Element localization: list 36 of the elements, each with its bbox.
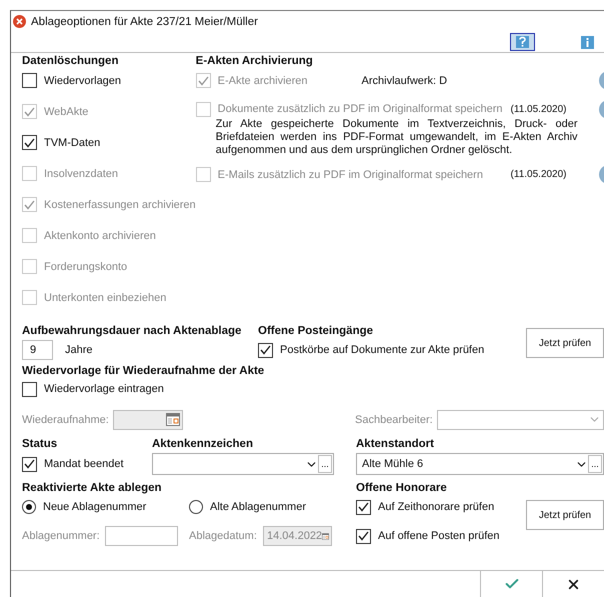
browse-button[interactable]: ... [318, 455, 332, 473]
checkbox[interactable]: TVM-Daten [22, 135, 100, 150]
section-heading: Aktenstandort [356, 437, 435, 452]
section-heading: E-Akten Archivierung [196, 54, 314, 69]
section-heading: Status [22, 437, 58, 452]
checkbox[interactable]: Mandat beendet [22, 456, 124, 472]
description-text: Zur Akte gespeicherte Dokumente im Textverzeichnis, Druck- oder Briefdateien werden ins PDF-Format umgewandelt, im E-Akten Archiv aufgenommen und aus dem ursprünglichen Ordner gelöscht. [216, 118, 578, 157]
check-now-button[interactable]: Jetzt prüfen [526, 328, 604, 358]
section-heading: Offene Posteingänge [258, 324, 374, 339]
checkbox[interactable]: Postkörbe auf Dokumente zur Akte prüfen [258, 342, 484, 358]
section-heading: Wiedervorlage für Wiederaufnahme der Akte [22, 364, 266, 379]
date-label: (11.05.2020) [510, 104, 567, 114]
browse-button[interactable]: ... [588, 455, 602, 473]
window-title: Ablageoptionen für Akte 237/21 Meier/Müller [31, 16, 258, 28]
section-heading: Aufbewahrungsdauer nach Aktenablage [22, 324, 242, 339]
section-heading: Datenlöschungen [22, 54, 120, 69]
checkbox[interactable]: Wiedervorlage eintragen [22, 382, 164, 396]
location-combobox[interactable]: Alte Mühle 6 ... [356, 453, 604, 475]
section-heading: Aktenkennzeichen [152, 437, 254, 452]
field-label: Sachbearbeiter: [355, 414, 434, 426]
file-reference-combobox[interactable]: ... [152, 453, 334, 475]
section-heading: Offene Honorare [356, 481, 448, 496]
date-label: (11.05.2020) [510, 169, 567, 180]
drive-label: Archivlaufwerk: D [362, 74, 448, 86]
checkbox[interactable]: Auf offene Posten prüfen [356, 528, 500, 544]
field-label: Ablagenummer: [22, 530, 101, 542]
checkbox[interactable]: Wiedervorlagen [22, 73, 122, 88]
years-field[interactable]: 9 [22, 340, 53, 360]
unit-label: Jahre [65, 344, 93, 356]
section-heading: Reaktivierte Akte ablegen [22, 481, 163, 496]
checkbox[interactable]: Auf Zeithonorare prüfen [356, 500, 494, 514]
field-label: Ablagedatum: [189, 530, 258, 542]
radio-button[interactable]: Alte Ablagenummer [189, 500, 356, 514]
check-now-button[interactable]: Jetzt prüfen [526, 500, 604, 530]
field-label: Wiederaufnahme: [22, 414, 110, 426]
radio-button[interactable]: Neue Ablagenummer [22, 500, 189, 514]
